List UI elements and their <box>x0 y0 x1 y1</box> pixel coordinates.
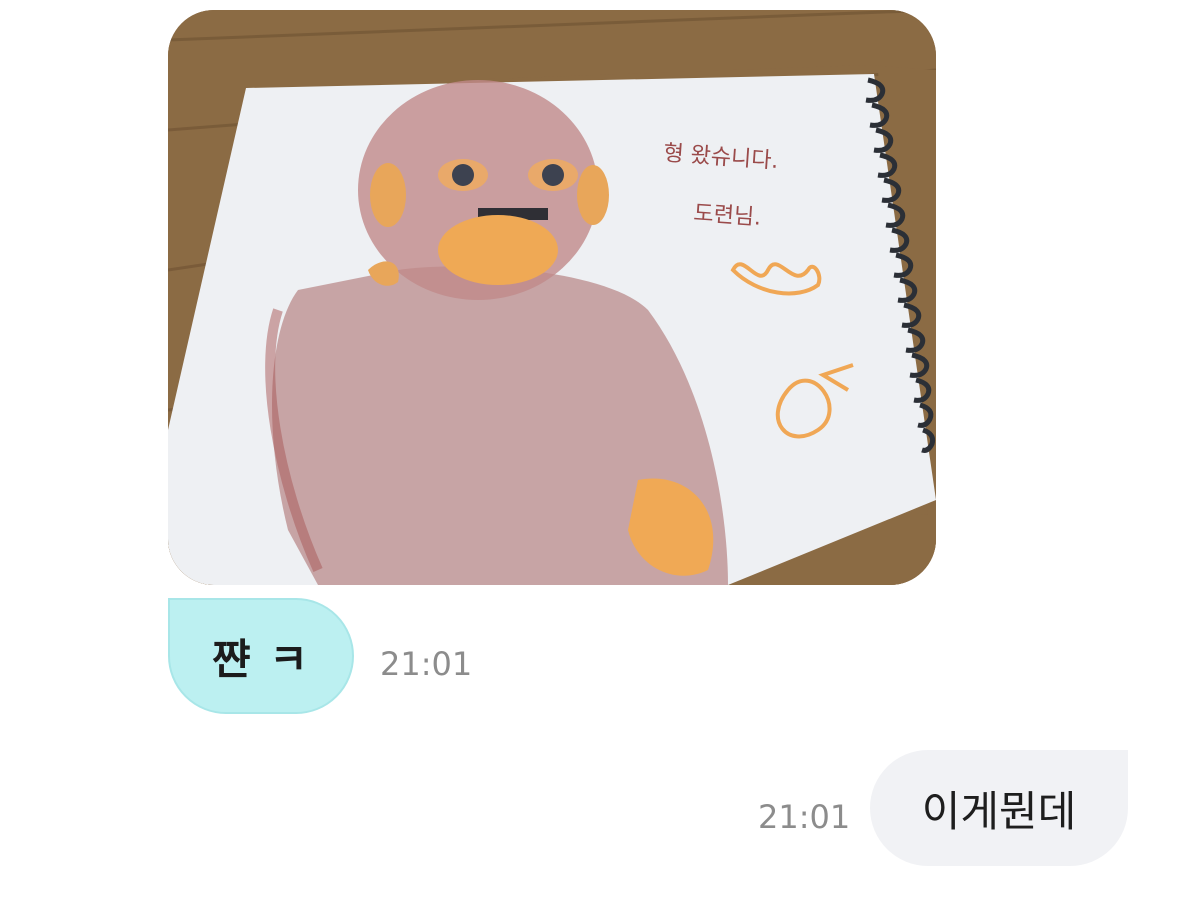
incoming-message-text: 쨘 ㅋ <box>212 634 310 684</box>
incoming-message-time: 21:01 <box>380 645 473 683</box>
drawing-text-line2: 도련님. <box>693 201 762 231</box>
incoming-message-bubble[interactable]: 쨘 ㅋ <box>168 598 354 714</box>
drawing-photo: 형 왔슈니다. 도련님. <box>168 10 936 585</box>
received-photo[interactable]: 형 왔슈니다. 도련님. <box>168 10 936 585</box>
chat-thread: 형 왔슈니다. 도련님. 쨘 ㅋ 21:01 21:01 이게뭔데 <box>0 0 1179 917</box>
outgoing-message-text: 이게뭔데 <box>921 786 1077 836</box>
outgoing-message-time: 21:01 <box>758 798 851 836</box>
outgoing-message-bubble[interactable]: 이게뭔데 <box>870 750 1128 866</box>
